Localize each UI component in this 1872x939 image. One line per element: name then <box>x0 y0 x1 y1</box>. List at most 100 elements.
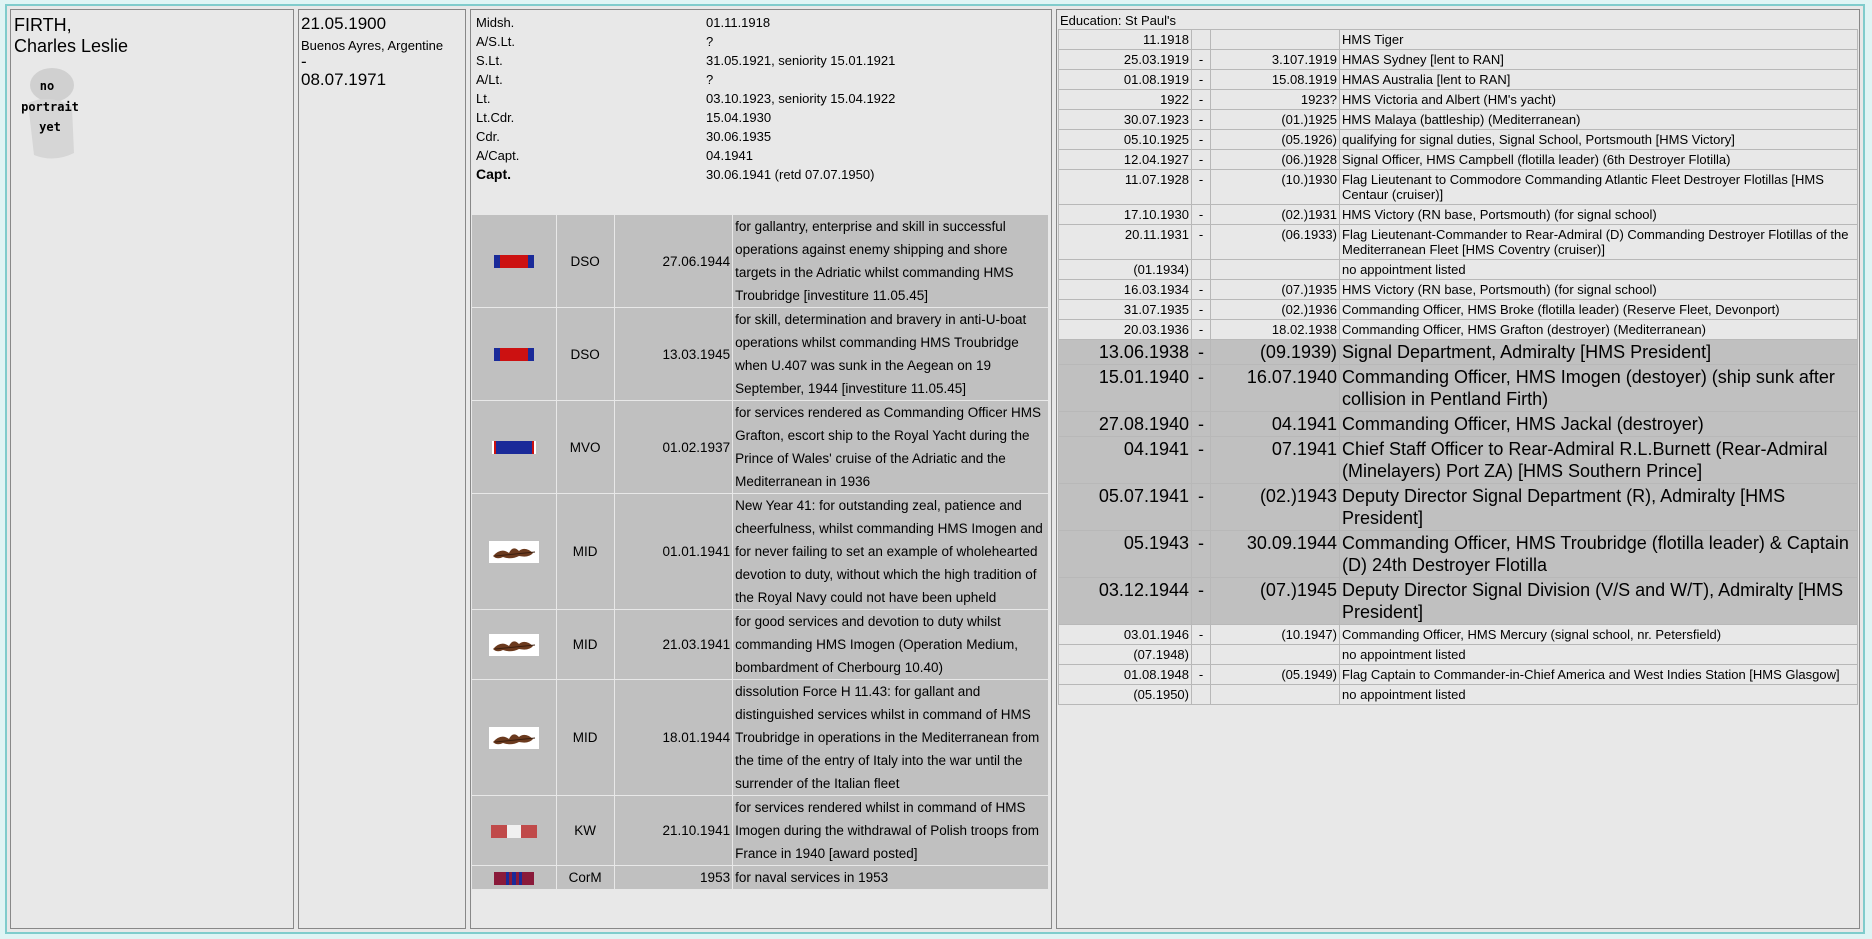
career-to-date: 1923? <box>1210 89 1340 110</box>
career-from-date: 1922 <box>1058 89 1192 110</box>
award-date: 21.10.1941 <box>613 795 734 866</box>
rank-row: A/S.Lt.? <box>471 32 1051 51</box>
career-appointment: HMS Victory (RN base, Portsmouth) (for s… <box>1339 279 1858 300</box>
oak-leaf-icon <box>488 634 539 657</box>
award-date: 1953 <box>613 865 734 890</box>
career-appointment: Flag Lieutenant to Commodore Commanding … <box>1339 169 1858 205</box>
rank-row: Lt. 03.10.1923, seniority 15.04.1922 <box>471 89 1051 108</box>
career-row: 20.03.1936-18.02.1938 Commanding Officer,… <box>1058 319 1858 340</box>
career-dash <box>1191 644 1211 665</box>
mvo-ribbon-icon <box>491 441 536 455</box>
portrait-placeholder-text: no <box>40 79 54 93</box>
career-from-date: 13.06.1938 <box>1058 339 1192 365</box>
rank-row: A/Capt. 04.1941 <box>471 146 1051 165</box>
rank-date: 04.1941 <box>706 148 753 163</box>
career-row: 13.06.1938- (09.1939) Signal Department, A… <box>1058 339 1858 365</box>
career-row: 04.1941-07.1941 Chief Staff Officer to Re… <box>1058 436 1858 484</box>
career-row: 20.11.1931- (06.1933) Flag Lieutenant-Comm… <box>1058 224 1858 260</box>
career-dash: - <box>1191 279 1211 300</box>
award-date: 21.03.1941 <box>613 609 734 680</box>
career-to-date: (05.1926) <box>1210 129 1340 150</box>
career-appointment: no appointment listed <box>1339 684 1858 705</box>
award-ribbon-cell <box>471 609 557 680</box>
career-dash <box>1191 259 1211 280</box>
rank-row: S.Lt. 31.05.1921, seniority 15.01.1921 <box>471 51 1051 70</box>
award-citation: New Year 41: for outstanding zeal, patie… <box>732 493 1049 610</box>
career-row: (07.1948) no appointment listed <box>1058 644 1858 665</box>
career-to-date: 16.07.1940 <box>1210 364 1340 412</box>
career-row: 11.1918 HMS Tiger <box>1058 29 1858 50</box>
rank-row: Cdr. 30.06.1935 <box>471 127 1051 146</box>
career-appointment: Chief Staff Officer to Rear-Admiral R.L.… <box>1339 436 1858 484</box>
award-code: CorM <box>555 865 615 890</box>
career-row: 01.08.1919-15.08.1919 HMAS Australia [len… <box>1058 69 1858 90</box>
award-citation: for skill, determination and bravery in … <box>732 307 1049 401</box>
career-from-date: 03.01.1946 <box>1058 624 1192 645</box>
career-from-date: 25.03.1919 <box>1058 49 1192 70</box>
death-date: 08.07.1971 <box>301 70 387 89</box>
career-appointment: Commanding Officer, HMS Troubridge (flot… <box>1339 530 1858 578</box>
career-appointment: qualifying for signal duties, Signal Sch… <box>1339 129 1858 150</box>
career-from-date: 12.04.1927 <box>1058 149 1192 170</box>
birth-date: 21.05.1900 <box>301 14 387 33</box>
career-dash: - <box>1191 109 1211 130</box>
career-row: 27.08.1940-04.1941 Commanding Officer, HM… <box>1058 411 1858 437</box>
rank-row: Lt.Cdr. 15.04.1930 <box>471 108 1051 127</box>
award-code: MID <box>555 679 615 796</box>
career-to-date <box>1210 259 1340 280</box>
career-row: 01.08.1948- (05.1949) Flag Captain to Comm… <box>1058 664 1858 685</box>
career-to-date <box>1210 29 1340 50</box>
career-appointment: Signal Officer, HMS Campbell (flotilla l… <box>1339 149 1858 170</box>
award-citation: dissolution Force H 11.43: for gallant a… <box>732 679 1049 796</box>
award-date: 18.01.1944 <box>613 679 734 796</box>
career-to-date: (07.)1945 <box>1210 577 1340 625</box>
officer-name: FIRTH, Charles Leslie <box>11 10 293 57</box>
career-appointment: Commanding Officer, HMS Grafton (destroy… <box>1339 319 1858 340</box>
career-to-date: (10.1947) <box>1210 624 1340 645</box>
name-column: FIRTH, Charles Leslie no portrait yet <box>10 9 294 929</box>
rank-title: A/S.Lt. <box>476 34 516 49</box>
career-row: 12.04.1927- (06.)1928 Signal Officer, HMS … <box>1058 149 1858 170</box>
career-appointment: Commanding Officer, HMS Broke (flotilla … <box>1339 299 1858 320</box>
career-from-date: 31.07.1935 <box>1058 299 1192 320</box>
career-row: 17.10.1930- (02.)1931 HMS Victory (RN base… <box>1058 204 1858 225</box>
career-to-date: (02.)1931 <box>1210 204 1340 225</box>
career-dash: - <box>1191 204 1211 225</box>
award-row: DSO 13.03.1945 for skill, determination … <box>471 307 1049 401</box>
career-from-date: 05.07.1941 <box>1058 483 1192 531</box>
award-date: 01.01.1941 <box>613 493 734 610</box>
career-appointment: Commanding Officer, HMS Imogen (destoyer… <box>1339 364 1858 412</box>
career-row: 31.07.1935- (02.)1936 Commanding Officer, … <box>1058 299 1858 320</box>
rank-date: ? <box>706 72 714 87</box>
career-appointment: Deputy Director Signal Division (V/S and… <box>1339 577 1858 625</box>
oak-leaf-icon <box>488 727 539 750</box>
rank-title: Cdr. <box>476 129 500 144</box>
rank-date: 31.05.1921, seniority 15.01.1921 <box>706 53 896 68</box>
career-to-date: 30.09.1944 <box>1210 530 1340 578</box>
rank-title: Lt. <box>476 91 491 106</box>
award-ribbon-cell <box>471 307 557 401</box>
career-to-date <box>1210 644 1340 665</box>
career-appointment: Commanding Officer, HMS Jackal (destroye… <box>1339 411 1858 437</box>
career-dash: - <box>1191 364 1211 412</box>
life-dates-column: 21.05.1900 Buenos Ayres, Argentine - 08.… <box>298 9 466 929</box>
career-from-date: 11.1918 <box>1058 29 1192 50</box>
career-dash: - <box>1191 436 1211 484</box>
rank-date: ? <box>706 34 714 49</box>
rank-title: A/Capt. <box>476 148 520 163</box>
oak-leaf-icon <box>488 541 539 564</box>
career-appointment: Flag Lieutenant-Commander to Rear-Admira… <box>1339 224 1858 260</box>
career-to-date: (06.1933) <box>1210 224 1340 260</box>
career-row: 30.07.1923- (01.)1925 HMS Malaya (battlesh… <box>1058 109 1858 130</box>
career-row: 1922-1923? HMS Victoria and Albert (HM's … <box>1058 89 1858 110</box>
career-to-date: 18.02.1938 <box>1210 319 1340 340</box>
rank-list: Midsh. 01.11.1918 A/S.Lt.? S.Lt. 31.05.192… <box>471 13 1051 184</box>
career-from-date: 15.01.1940 <box>1058 364 1192 412</box>
career-dash: - <box>1191 339 1211 365</box>
award-ribbon-cell <box>471 400 557 494</box>
award-date: 27.06.1944 <box>613 214 734 308</box>
career-from-date: 03.12.1944 <box>1058 577 1192 625</box>
birthplace: Buenos Ayres, Argentine <box>301 38 444 53</box>
career-dash: - <box>1191 530 1211 578</box>
career-to-date: 07.1941 <box>1210 436 1340 484</box>
